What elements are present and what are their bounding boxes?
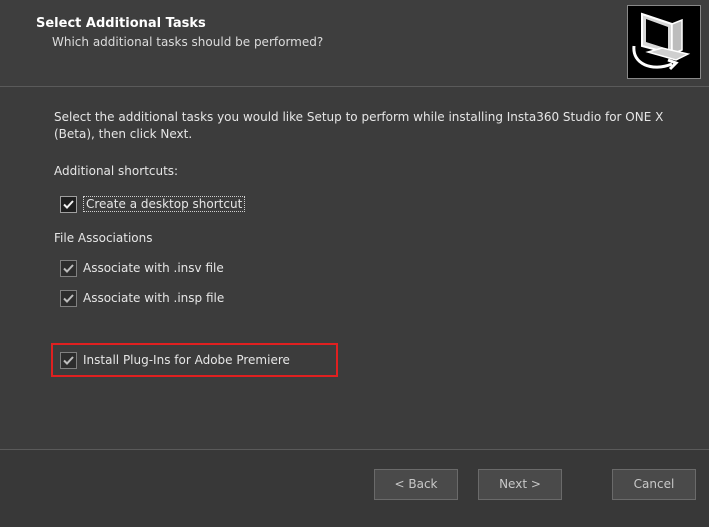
desktop-shortcut-checkbox[interactable] [60, 195, 77, 213]
setup-computer-icon [627, 5, 701, 79]
assoc-insv-checkbox[interactable] [60, 259, 77, 277]
wizard-header: Select Additional Tasks Which additional… [0, 0, 709, 87]
highlight-box [51, 343, 338, 377]
assoc-insp-checkbox[interactable] [60, 289, 77, 307]
assoc-insv-option[interactable]: Associate with .insv file [60, 257, 224, 279]
back-button[interactable]: < Back [374, 469, 458, 500]
page-subtitle: Which additional tasks should be perform… [52, 35, 324, 49]
next-button[interactable]: Next > [478, 469, 562, 500]
intro-text: Select the additional tasks you would li… [54, 110, 664, 141]
desktop-shortcut-label: Create a desktop shortcut [83, 196, 246, 212]
assoc-insv-label: Associate with .insv file [83, 261, 224, 275]
wizard-body: Select the additional tasks you would li… [0, 87, 709, 449]
shortcuts-label: Additional shortcuts: [54, 164, 179, 178]
wizard-footer: < Back Next > Cancel [0, 449, 709, 527]
desktop-shortcut-option[interactable]: Create a desktop shortcut [60, 193, 246, 215]
assoc-insp-option[interactable]: Associate with .insp file [60, 287, 224, 309]
page-title: Select Additional Tasks [36, 16, 206, 31]
file-associations-label: File Associations [54, 231, 153, 245]
cancel-button[interactable]: Cancel [612, 469, 696, 500]
assoc-insp-label: Associate with .insp file [83, 291, 225, 305]
